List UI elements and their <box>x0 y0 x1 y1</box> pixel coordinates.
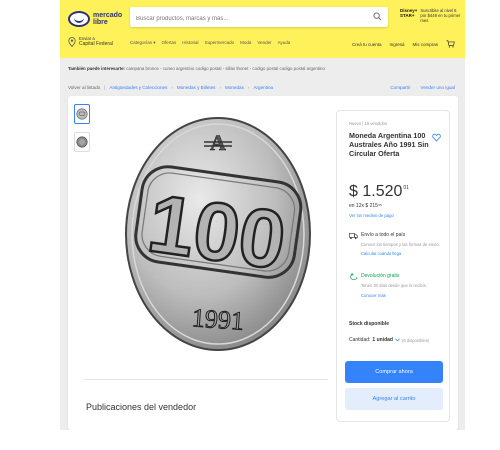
price: $ 1.520 01 <box>349 183 409 201</box>
shipping-row: Envío a todo el país <box>349 232 405 240</box>
returns-title: Devolución gratis <box>361 273 400 279</box>
calculate-delivery-link[interactable]: Calcular cuándo llega <box>361 251 401 256</box>
breadcrumb-item[interactable]: Argentina <box>253 85 273 90</box>
divider <box>84 379 328 380</box>
nav-fashion[interactable]: Moda <box>240 40 251 46</box>
payment-methods-link[interactable]: Ver los medios de pago <box>349 213 394 218</box>
buy-now-button[interactable]: Comprar ahora <box>345 361 443 383</box>
return-arrow-icon <box>350 273 358 281</box>
buy-box: Nuevo | 15 vendidos Moneda Argentina 100… <box>336 110 450 422</box>
cart-icon[interactable] <box>446 40 455 48</box>
main-nav: Categorías ▾ Ofertas Historial Supermerc… <box>130 40 290 46</box>
product-image[interactable]: A 100 1991 <box>118 114 318 354</box>
related-links[interactable]: campana bronce - cuneo argentino codigo … <box>126 66 325 71</box>
installments-amount: en 12x $ 215 <box>349 203 378 209</box>
nav-sell[interactable]: Vender <box>257 40 271 46</box>
installments: en 12x $ 215 55 <box>349 203 382 209</box>
coin-image: A 100 1991 <box>125 117 311 351</box>
add-to-cart-button[interactable]: Agregar al carrito <box>345 388 443 410</box>
create-account-link[interactable]: Creá tu cuenta <box>352 42 382 47</box>
coin-denomination: 100 <box>143 178 291 287</box>
related-searches: También puede interesarte: campana bronc… <box>68 66 325 71</box>
mercadolibre-logo[interactable]: mercado libre <box>68 8 132 30</box>
price-cents: 01 <box>403 185 409 191</box>
breadcrumb-item[interactable]: Monedas y Billetes <box>177 85 216 90</box>
nav-categories[interactable]: Categorías ▾ <box>130 40 156 46</box>
breadcrumb-chevron-icon: › <box>219 85 221 90</box>
coin-thumbnail-image <box>76 108 88 120</box>
installments-cents: 55 <box>378 203 382 207</box>
my-purchases-link[interactable]: Mis compras <box>412 42 438 47</box>
returns-more-link[interactable]: Conocer más <box>361 293 386 298</box>
location-selector[interactable]: Enviar a Capital Federal <box>68 36 113 47</box>
seller-publications-heading: Publicaciones del vendedor <box>86 402 197 412</box>
returns-subtitle: Tenés 30 días desde que lo recibís. <box>361 283 427 288</box>
promo-banner[interactable]: Disney+ STAR+ Suscribite al nivel 6 por … <box>400 8 462 28</box>
available-units: (6 disponibles) <box>401 337 430 343</box>
breadcrumb-separator: | <box>104 85 106 90</box>
share-link[interactable]: Compartir <box>390 85 410 90</box>
search-input[interactable] <box>130 9 360 29</box>
breadcrumb-chevron-icon: › <box>171 85 173 90</box>
chevron-down-icon <box>395 338 400 342</box>
coin-year: 1991 <box>191 303 245 336</box>
truck-icon <box>349 232 358 240</box>
thumbnail-2[interactable] <box>74 132 90 152</box>
account-nav: Creá tu cuenta Ingresá Mis compras <box>352 40 455 48</box>
nav-history[interactable]: Historial <box>182 40 198 46</box>
nav-help[interactable]: Ayuda <box>278 40 291 46</box>
location-pin-icon <box>68 36 76 47</box>
search-icon[interactable] <box>373 12 382 21</box>
promo-text: Suscribite al nivel 6 por $449 en tu pri… <box>420 8 461 23</box>
product-title: Moneda Argentina 100 Australes Año 1991 … <box>349 131 429 158</box>
back-to-list-link[interactable]: Volver al listado <box>68 85 100 90</box>
breadcrumb-item[interactable]: Monedas <box>225 85 244 90</box>
quantity-label: Cantidad: <box>349 337 371 343</box>
shipping-subtitle: Conocé los tiempos y las formas de envío… <box>361 242 440 247</box>
share-actions: Compartir Vender uno igual <box>390 85 455 90</box>
shipping-title: Envío a todo el país <box>361 232 406 238</box>
thumbnail-1[interactable] <box>74 104 90 124</box>
returns-row: Devolución gratis <box>349 273 399 281</box>
price-amount: $ 1.520 <box>349 183 403 200</box>
heart-icon[interactable] <box>432 133 441 142</box>
stock-status: Stock disponible <box>349 321 390 327</box>
nav-offers[interactable]: Ofertas <box>162 40 177 46</box>
related-label: También puede interesarte: <box>68 66 126 71</box>
handshake-logo-icon <box>68 11 90 27</box>
breadcrumb: Volver al listado | Antigüedades y Colec… <box>68 85 273 90</box>
sell-same-link[interactable]: Vender uno igual <box>421 85 455 90</box>
location-value: Capital Federal <box>79 41 113 47</box>
search-box <box>130 7 388 29</box>
breadcrumb-chevron-icon: › <box>247 85 250 90</box>
breadcrumb-item[interactable]: Antigüedades y Colecciones <box>109 85 167 90</box>
login-link[interactable]: Ingresá <box>389 42 404 47</box>
condition-sold: Nuevo | 15 vendidos <box>349 121 388 126</box>
quantity-selector[interactable]: Cantidad: 1 unidad (6 disponibles) <box>349 337 429 343</box>
coin-thumbnail-image <box>76 136 88 148</box>
logo-text: mercado libre <box>93 12 123 26</box>
promo-badge: Disney+ STAR+ <box>400 8 418 18</box>
product-card: A 100 1991 Publicaciones del vendedor Nu… <box>68 96 458 430</box>
nav-supermarket[interactable]: Supermercado <box>205 40 235 46</box>
header: mercado libre Disney+ STAR+ Suscribite a… <box>60 0 465 58</box>
browser-page: mercado libre Disney+ STAR+ Suscribite a… <box>60 0 465 430</box>
quantity-value: 1 unidad <box>372 337 393 343</box>
